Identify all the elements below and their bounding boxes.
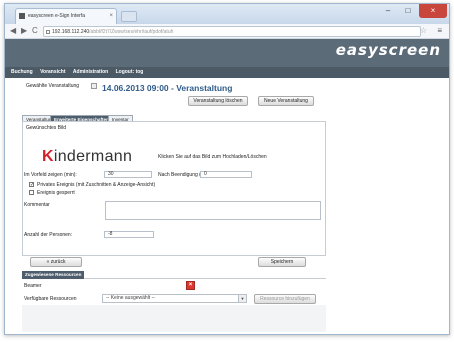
after-input[interactable]: 0 [200,171,252,178]
private-checkbox[interactable]: ✓ [29,182,34,188]
minimize-button[interactable]: – [379,4,397,18]
assigned-resource-label: Beamer [24,283,42,289]
nav-administration[interactable]: Administration [73,69,108,75]
url-host: 192.168.112.240 [52,29,90,35]
page-footer-area [22,305,326,332]
resources-title: Zugewiesene Ressourcen [22,271,85,279]
tab-close-icon[interactable]: × [109,9,113,23]
nav-buchung[interactable]: Buchung [11,69,33,75]
logo-rest: indermann [53,148,133,165]
favicon-icon [19,13,25,19]
tab-title: easyscreen e-Sign Interfa [28,13,85,19]
back-icon[interactable]: ◀ [10,25,16,37]
add-resource-button[interactable]: Ressource hinzufügen [254,294,316,304]
nav-voransicht[interactable]: Voransicht [40,69,65,75]
before-input[interactable]: 30 [104,171,152,178]
persons-label: Anzahl der Personen: [24,232,73,238]
event-select-label: Gewählte Veranstaltung [26,83,80,89]
event-select-toggle[interactable] [91,83,97,89]
forward-icon[interactable]: ▶ [21,25,27,37]
browser-menu-icon[interactable]: ≡ [437,25,442,37]
page-icon [46,30,50,34]
locked-label: Ereignis gesperrt [37,190,75,196]
private-label: Privates Ereignis (mit Zuschnitten & Anz… [37,182,156,188]
locked-checkbox[interactable] [29,190,34,195]
app-nav: Buchung Voransicht Administration Logout… [5,67,449,78]
new-tab-button[interactable] [121,11,137,22]
available-resources-label: Verfügbare Ressourcen [24,296,77,302]
browser-toolbar: ◀ ▶ C 192.168.112.240/abbl/f2t7/Zwsw/ses… [5,24,449,39]
url-path: /abbl/f2t7/Zwsw/ses/ehri/auf/pdof/atuh [89,29,174,35]
kindermann-logo-image[interactable]: Kindermann [42,145,152,168]
resources-header: Zugewiesene Ressourcen [22,271,326,279]
back-button[interactable]: « zurück [30,257,82,267]
address-bar[interactable]: 192.168.112.240/abbl/f2t7/Zwsw/ses/ehri/… [43,26,421,37]
bookmark-star-icon[interactable]: ☆ [420,25,427,37]
delete-resource-icon[interactable]: × [186,281,195,290]
persons-input[interactable]: -8 [104,231,154,238]
browser-tab[interactable]: easyscreen e-Sign Interfa × [15,8,117,24]
easyscreen-logo: easyscreen [335,41,441,59]
event-title: 14.06.2013 09:00 - Veranstaltung [102,83,233,93]
new-event-button[interactable]: Neue Veranstaltung [258,96,314,106]
comment-textarea[interactable] [105,201,321,220]
resource-select[interactable]: -- Keine ausgewählt -- ▼ [102,294,247,303]
chevron-down-icon: ▼ [238,295,246,302]
comment-label: Kommentar [24,202,50,208]
logo-label: Gewünschtes Bild [26,125,67,131]
delete-event-button[interactable]: Veranstaltung löschen [188,96,248,106]
app-header: easyscreen [5,39,449,67]
save-button[interactable]: Speichern [258,257,306,267]
before-label: Im Vorfeld zeigen (min): [24,172,77,178]
reload-icon[interactable]: C [32,25,38,37]
nav-logout[interactable]: Logout: tog [116,69,144,75]
browser-titlebar: easyscreen e-Sign Interfa × – □ × [5,4,449,24]
logo-k: K [42,148,54,165]
maximize-button[interactable]: □ [399,4,417,18]
logo-hint: Klicken Sie auf das Bild zum Hochladen/L… [158,154,267,160]
resource-select-value: -- Keine ausgewählt -- [106,295,155,301]
close-window-button[interactable]: × [419,4,447,18]
